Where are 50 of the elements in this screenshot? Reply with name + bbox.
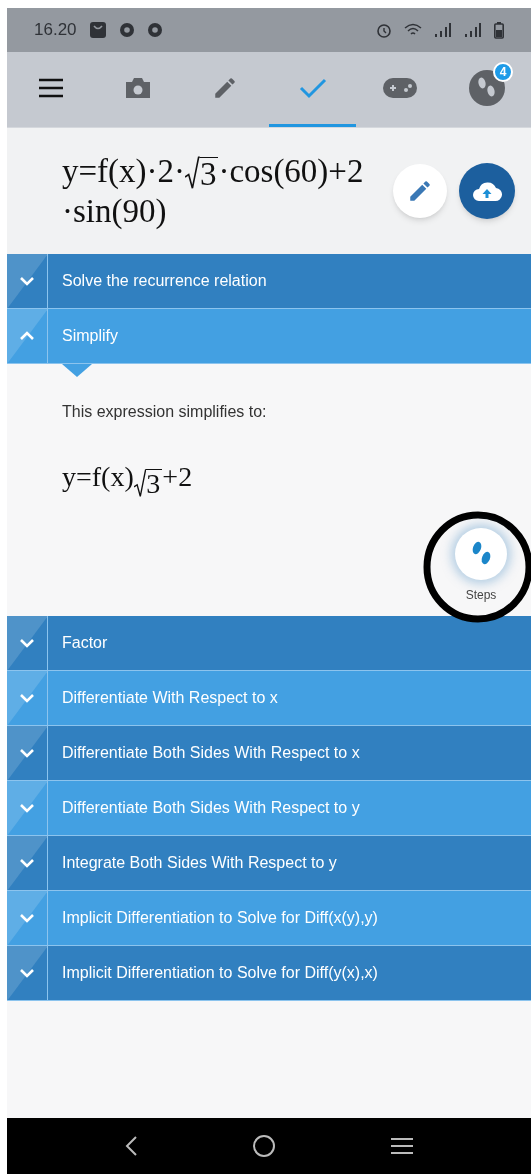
- recent-apps-icon[interactable]: [390, 1137, 414, 1155]
- camera-icon: [124, 76, 152, 100]
- notification-badge: 4: [492, 62, 513, 82]
- accordion-header[interactable]: Integrate Both Sides With Respect to y: [7, 836, 531, 891]
- corner-shading: [7, 891, 47, 945]
- corner-shading: [7, 946, 47, 1000]
- toolbar-tab[interactable]: 4: [443, 52, 531, 127]
- accordion-header[interactable]: Differentiate Both Sides With Respect to y: [7, 781, 531, 836]
- pointer-arrow-icon: [62, 364, 92, 378]
- corner-shading: [7, 254, 47, 308]
- accordion-header[interactable]: Differentiate Both Sides With Respect to x: [7, 726, 531, 781]
- accordion-header[interactable]: Solve the recurrence relation: [7, 254, 531, 309]
- shopping-bag-icon: [88, 21, 107, 39]
- radicand: 3: [146, 469, 163, 498]
- corner-shading: [7, 616, 47, 670]
- back-icon[interactable]: [124, 1135, 138, 1157]
- wifi-icon: [404, 23, 422, 37]
- check-icon: [298, 77, 327, 99]
- math-text: y=f(x)·2·: [62, 152, 186, 191]
- radical-sign-icon: [185, 156, 200, 191]
- gamepad-icon: [381, 77, 418, 99]
- math-text: y=f(x): [62, 460, 134, 494]
- accordion-header[interactable]: Differentiate With Respect to x: [7, 671, 531, 726]
- corner-shading: [7, 781, 47, 835]
- signal-icon: [464, 23, 482, 37]
- battery-icon: [494, 21, 504, 39]
- corner-shading: [7, 726, 47, 780]
- math-text: ·sin(90): [62, 192, 167, 231]
- pencil-icon: [407, 178, 433, 204]
- signal-icon: [434, 23, 452, 37]
- explanation-text: This expression simplifies to:: [62, 402, 268, 422]
- upload-button[interactable]: [459, 163, 515, 219]
- alarm-icon: [376, 22, 392, 38]
- accordion-header[interactable]: Factor: [7, 616, 531, 671]
- corner-shading: [7, 836, 47, 890]
- radicand: 3: [199, 157, 219, 191]
- math-text: ·cos(60)+2: [218, 152, 364, 191]
- radical-sign-icon: [133, 468, 147, 498]
- math-text: +2: [162, 460, 193, 494]
- home-icon[interactable]: [252, 1134, 276, 1158]
- edit-button[interactable]: [393, 164, 447, 218]
- corner-shading: [7, 309, 47, 363]
- cloud-upload-icon: [472, 180, 502, 202]
- accordion-header[interactable]: Implicit Differentiation to Solve for Diff(y(x),x): [7, 946, 531, 1001]
- status-time: 16.20: [34, 19, 77, 42]
- browser-icon: [118, 22, 135, 38]
- menu-icon: [37, 78, 64, 98]
- corner-shading: [7, 671, 47, 725]
- accordion-header[interactable]: Implicit Differentiation to Solve for Diff(x(y),y): [7, 891, 531, 946]
- browser-icon: [146, 22, 163, 38]
